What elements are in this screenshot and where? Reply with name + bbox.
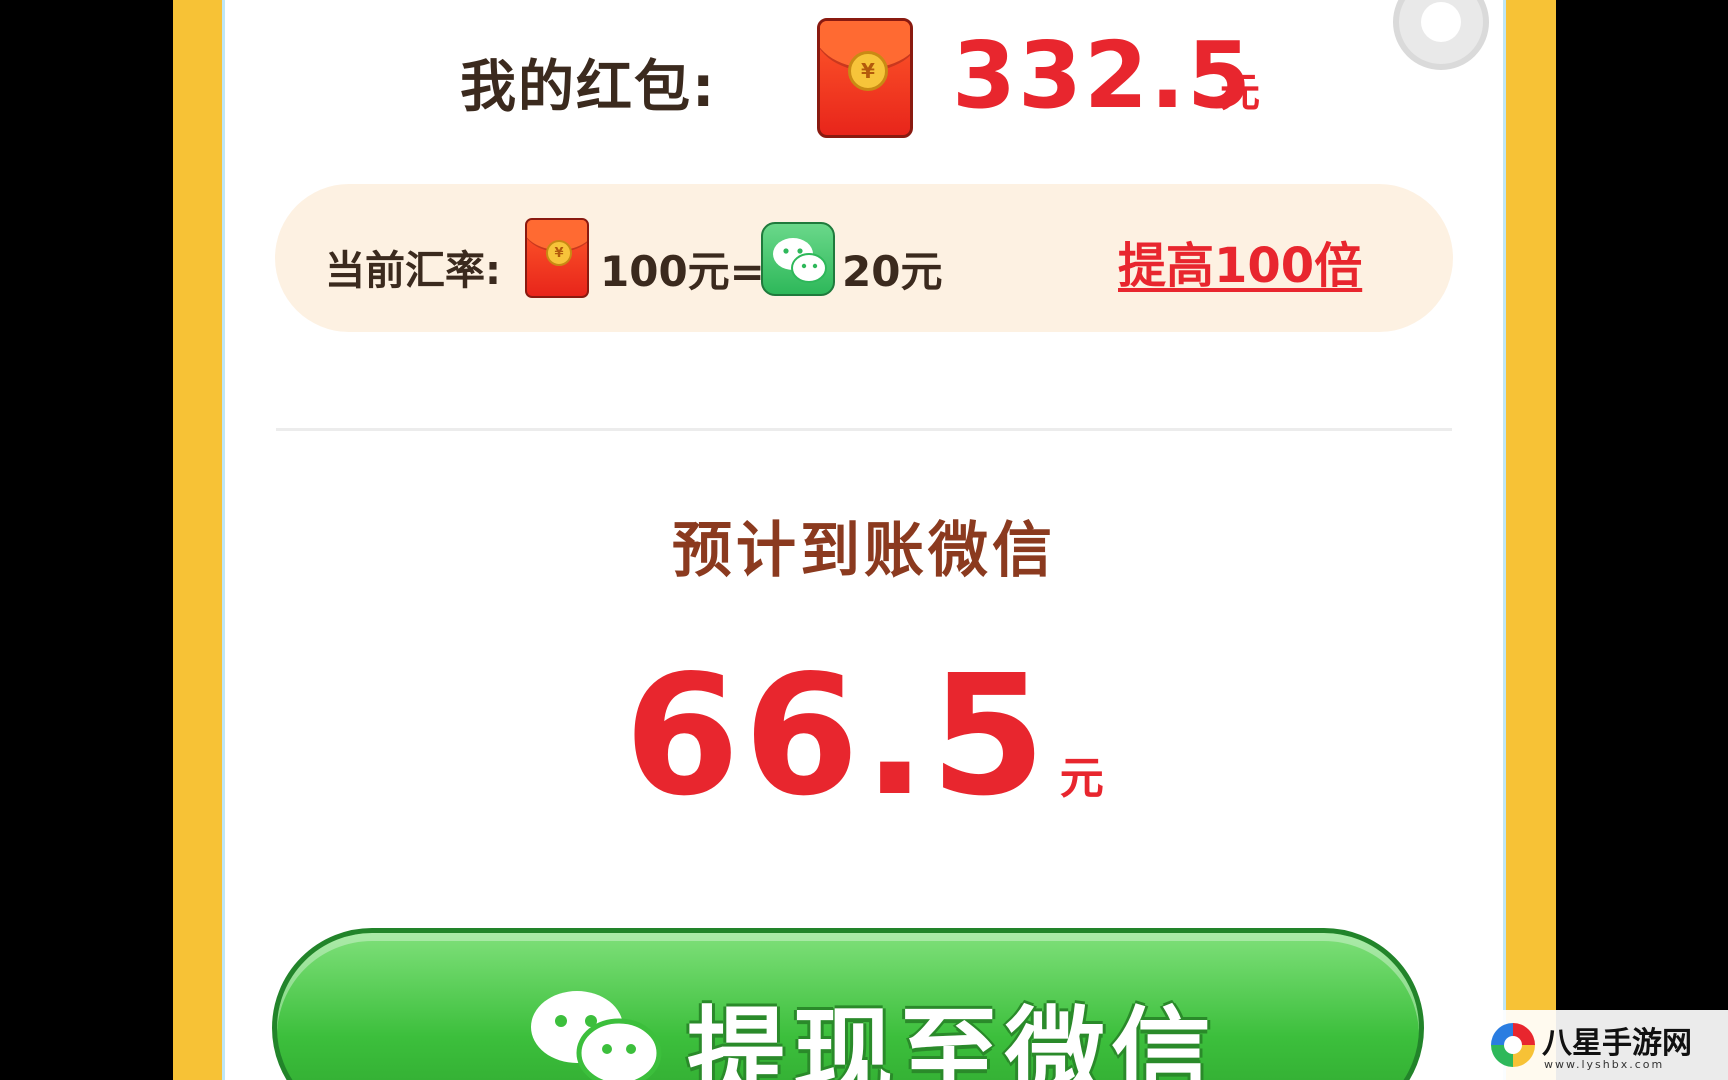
withdraw-screen: 我的红包: ¥ 332.5 元 当前汇率: ¥ 100元= 20元 提高100倍… (0, 0, 1728, 1080)
expected-value: 66.5 (624, 640, 1050, 833)
watermark: 八星手游网 www.lyshbx.com (1482, 1010, 1728, 1080)
balance-label: 我的红包: (460, 55, 717, 120)
expected-label: 预计到账微信 (672, 516, 1056, 586)
red-packet-icon: ¥ (525, 218, 589, 298)
expected-amount: 66.5 元 (0, 640, 1728, 833)
exchange-rate-right: 20元 (842, 247, 943, 296)
red-packet-icon: ¥ (817, 18, 913, 138)
balance-unit: 元 (1220, 70, 1260, 116)
withdraw-button-label: 提现至微信 (687, 996, 1217, 1080)
withdraw-to-wechat-button[interactable]: 提现至微信 (272, 928, 1424, 1080)
balance-value: 332.5 (952, 22, 1254, 129)
watermark-url: www.lyshbx.com (1544, 1058, 1665, 1071)
wechat-icon (761, 222, 835, 296)
expected-unit: 元 (1059, 753, 1104, 804)
watermark-logo-icon (1491, 1023, 1535, 1067)
divider (276, 428, 1452, 431)
boost-rate-link[interactable]: 提高100倍 (1118, 226, 1362, 296)
watermark-name: 八星手游网 (1542, 1026, 1692, 1061)
exchange-rate-label: 当前汇率: (325, 248, 501, 294)
wechat-icon (527, 987, 667, 1080)
exchange-rate-left: 100元= (600, 247, 765, 296)
